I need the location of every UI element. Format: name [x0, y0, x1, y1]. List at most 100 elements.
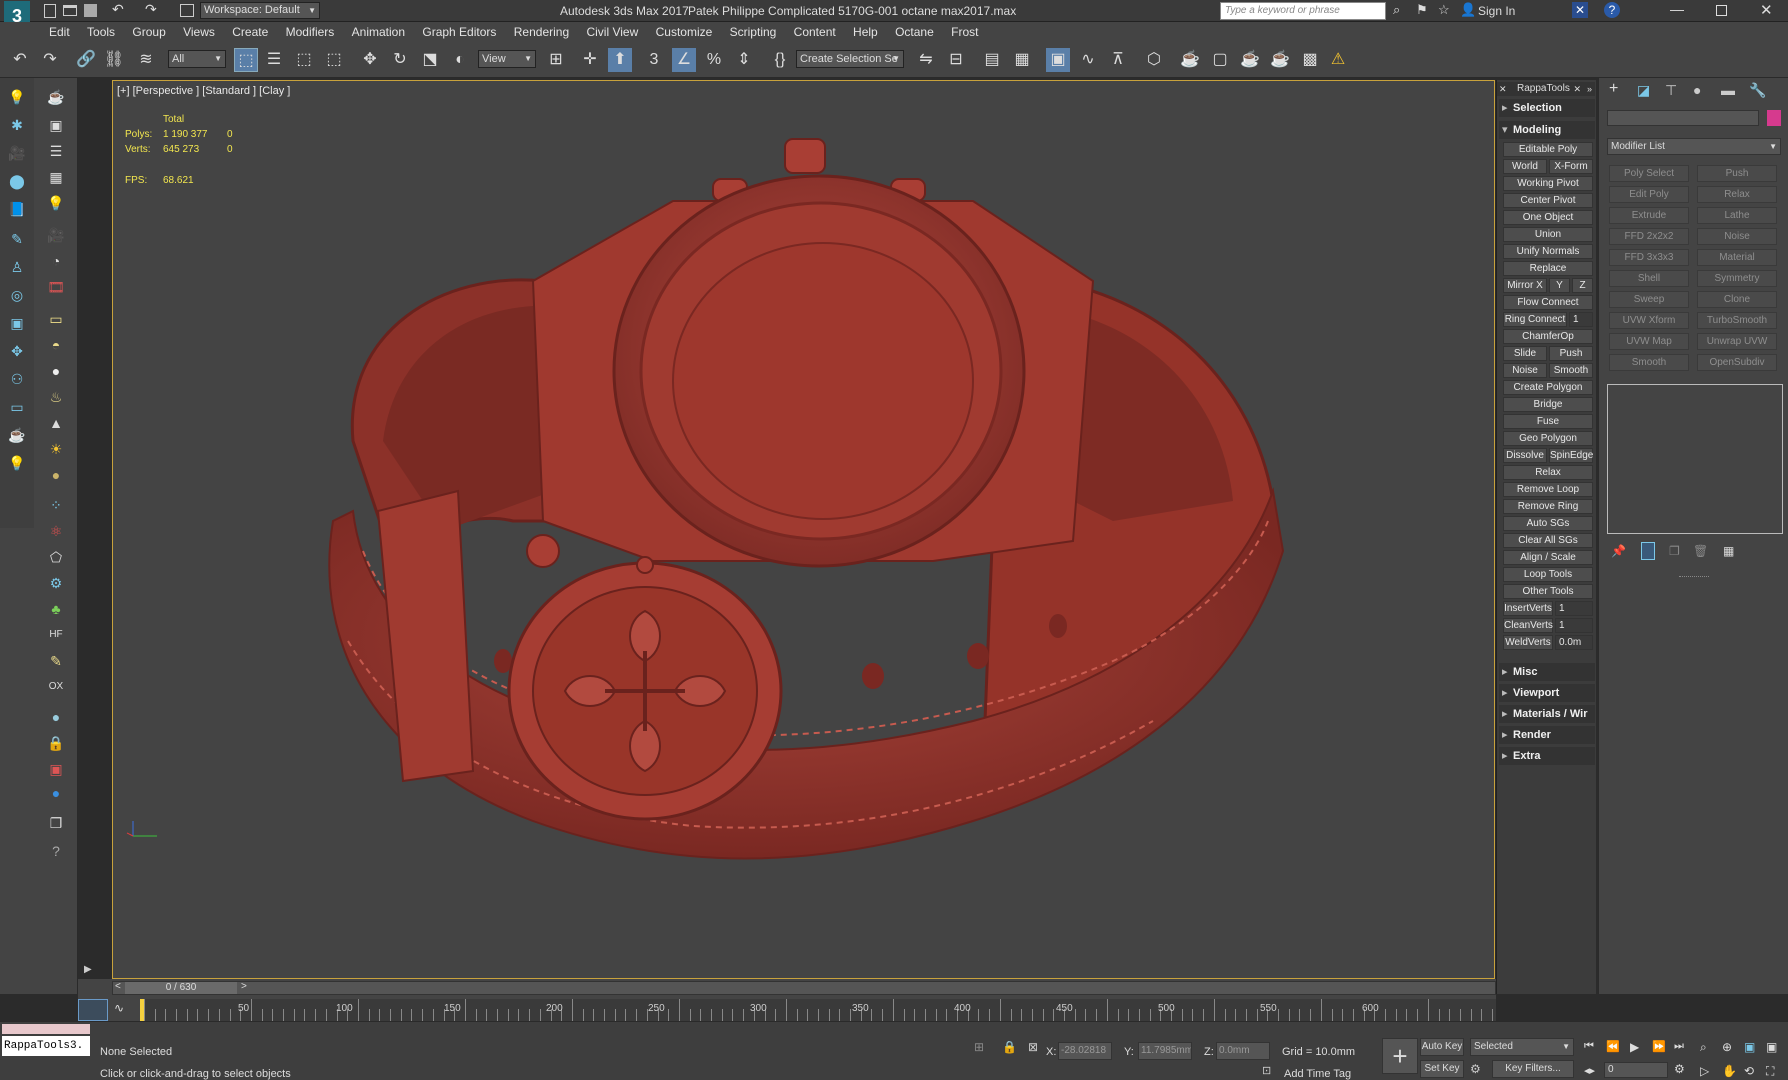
unify-normals-button[interactable]: Unify Normals	[1503, 244, 1593, 259]
time-slider-thumb[interactable]: 0 / 630	[125, 982, 237, 994]
menu-help[interactable]: Help	[846, 22, 885, 42]
chevron-right-icon[interactable]: »	[1587, 82, 1592, 96]
move-icon[interactable]: ✥	[358, 48, 382, 72]
expand-arrow-icon[interactable]: ▶	[84, 964, 92, 975]
select-manipulate-icon[interactable]: ✛	[578, 48, 602, 72]
bind-space-warp-icon[interactable]: ≋	[134, 48, 158, 72]
time-config-icon[interactable]: ⚙	[1674, 1062, 1685, 1076]
modifier-uvw-map[interactable]: UVW Map	[1609, 333, 1689, 350]
render-production-icon[interactable]: ☕	[1238, 48, 1262, 72]
open-file-icon[interactable]	[63, 5, 77, 16]
modifier-clone[interactable]: Clone	[1697, 291, 1777, 308]
one-object-button[interactable]: One Object	[1503, 210, 1593, 225]
modifier-list-dropdown[interactable]: Modifier List ▼	[1607, 138, 1781, 155]
section-viewport[interactable]: ▸ Viewport	[1499, 684, 1595, 702]
perspective-viewport[interactable]: [+] [Perspective ] [Standard ] [Clay ] T…	[112, 80, 1495, 979]
world-button[interactable]: World	[1503, 159, 1547, 174]
new-file-icon[interactable]	[44, 4, 56, 18]
project-folder-icon[interactable]	[180, 4, 194, 17]
maxscript-pink-bar[interactable]	[2, 1024, 90, 1034]
mirror-icon[interactable]: ⇋	[914, 48, 938, 72]
camera-icon[interactable]: 🎥	[6, 142, 28, 164]
zoom-all-icon[interactable]: ⊕	[1722, 1040, 1732, 1054]
sphere-icon[interactable]: ●	[45, 360, 67, 382]
modifier-edit-poly[interactable]: Edit Poly	[1609, 186, 1689, 203]
image-icon[interactable]: ▣	[45, 114, 67, 136]
clear-all-sgs-button[interactable]: Clear All SGs	[1503, 533, 1593, 548]
placement-icon[interactable]: ◐	[448, 48, 472, 72]
section-modeling[interactable]: ▾ Modeling	[1499, 121, 1595, 139]
modifier-smooth[interactable]: Smooth	[1609, 354, 1689, 371]
cone-icon[interactable]: ▲	[45, 412, 67, 434]
mirror-y-button[interactable]: Y	[1549, 278, 1570, 293]
link-icon[interactable]: 🔗	[74, 48, 98, 72]
isolate-icon[interactable]: ⊞	[974, 1040, 984, 1054]
film-icon[interactable]: 🎞	[45, 276, 67, 298]
ring-icon[interactable]: ◎	[6, 284, 28, 306]
spinner-snap-icon[interactable]: ⇕	[732, 48, 756, 72]
close-icon[interactable]: ✕	[1573, 82, 1581, 96]
shape-tool-icon[interactable]: ⬠	[45, 546, 67, 568]
geo-polygon-button[interactable]: Geo Polygon	[1503, 431, 1593, 446]
time-tag-icon[interactable]: ⊡	[1262, 1064, 1271, 1077]
cleanverts-button[interactable]: CleanVerts	[1503, 618, 1553, 633]
remove-loop-button[interactable]: Remove Loop	[1503, 482, 1593, 497]
object-name-field[interactable]	[1607, 110, 1759, 126]
dome-icon[interactable]: ◓	[45, 334, 67, 356]
exchange-icon[interactable]: ✕	[1572, 2, 1588, 18]
key-filter-icon[interactable]: ⚙	[1470, 1062, 1481, 1076]
select-object-icon[interactable]: ⬚	[234, 48, 258, 72]
plane-icon[interactable]: ▭	[45, 308, 67, 330]
scene-explorer-icon[interactable]: ▤	[980, 48, 1004, 72]
modifier-extrude[interactable]: Extrude	[1609, 207, 1689, 224]
copy-icon[interactable]: ❐	[45, 812, 67, 834]
push-button[interactable]: Push	[1549, 346, 1593, 361]
search-icon[interactable]: ⌕	[1393, 2, 1400, 18]
add-time-tag[interactable]: Add Time Tag	[1284, 1068, 1351, 1080]
zoom-icon[interactable]: ⌕	[1700, 1040, 1707, 1055]
select-by-name-icon[interactable]: ☰	[262, 48, 286, 72]
list-icon[interactable]: ☰	[45, 140, 67, 162]
blue-ball-icon[interactable]: ●	[45, 782, 67, 804]
close-icon[interactable]: ✕	[1499, 82, 1507, 96]
xform-button[interactable]: X-Form	[1549, 159, 1593, 174]
snaps-toggle-icon[interactable]: 3	[642, 48, 666, 72]
go-to-start-icon[interactable]: ⏮	[1584, 1040, 1594, 1053]
remove-ring-button[interactable]: Remove Ring	[1503, 499, 1593, 514]
other-tools-button[interactable]: Other Tools	[1503, 584, 1593, 599]
gear-icon[interactable]: ⚙	[45, 572, 67, 594]
screen-icon[interactable]: ▭	[6, 396, 28, 418]
section-misc[interactable]: ▸ Misc	[1499, 663, 1595, 681]
schematic-view-icon[interactable]: ⊼	[1106, 48, 1130, 72]
smooth-button[interactable]: Smooth	[1549, 363, 1593, 378]
brush-icon[interactable]: ✎	[45, 650, 67, 672]
scale-icon[interactable]: ⬔	[418, 48, 442, 72]
y-field[interactable]: 11.7985mm	[1138, 1042, 1192, 1060]
material-editor-icon[interactable]: ⬡	[1142, 48, 1166, 72]
help-icon[interactable]: ?	[1604, 2, 1620, 18]
modifier-stack[interactable]	[1607, 384, 1783, 534]
teapot-icon[interactable]: ☕	[6, 424, 28, 446]
slide-button[interactable]: Slide	[1503, 346, 1547, 361]
section-materials[interactable]: ▸ Materials / Wir	[1499, 705, 1595, 723]
mirror-z-button[interactable]: Z	[1572, 278, 1593, 293]
replace-button[interactable]: Replace	[1503, 261, 1593, 276]
z-field[interactable]: 0.0mm	[1216, 1042, 1270, 1060]
infocenter-icon[interactable]: ⚑	[1416, 2, 1428, 18]
panel-icon[interactable]: ▣	[6, 312, 28, 334]
utilities-tab-icon[interactable]: 🔧	[1749, 82, 1766, 99]
undo-icon[interactable]: ↶	[8, 48, 32, 72]
modifier-shell[interactable]: Shell	[1609, 270, 1689, 287]
auto-key-button[interactable]: Auto Key	[1420, 1038, 1464, 1056]
remove-modifier-icon[interactable]: 🗑	[1693, 544, 1708, 558]
align-icon[interactable]: ⊟	[944, 48, 968, 72]
minimize-button[interactable]: —	[1670, 1, 1684, 17]
go-to-end-icon[interactable]: ⏭	[1674, 1040, 1684, 1053]
time-slider[interactable]: < 0 / 630 >	[112, 981, 1496, 995]
create-polygon-button[interactable]: Create Polygon	[1503, 380, 1593, 395]
ribbon-toggle-icon[interactable]: ▣	[1046, 48, 1070, 72]
bridge-button[interactable]: Bridge	[1503, 397, 1593, 412]
menu-customize[interactable]: Customize	[649, 22, 720, 42]
selection-filter-dropdown[interactable]: All ▼	[168, 50, 226, 68]
section-render[interactable]: ▸ Render	[1499, 726, 1595, 744]
